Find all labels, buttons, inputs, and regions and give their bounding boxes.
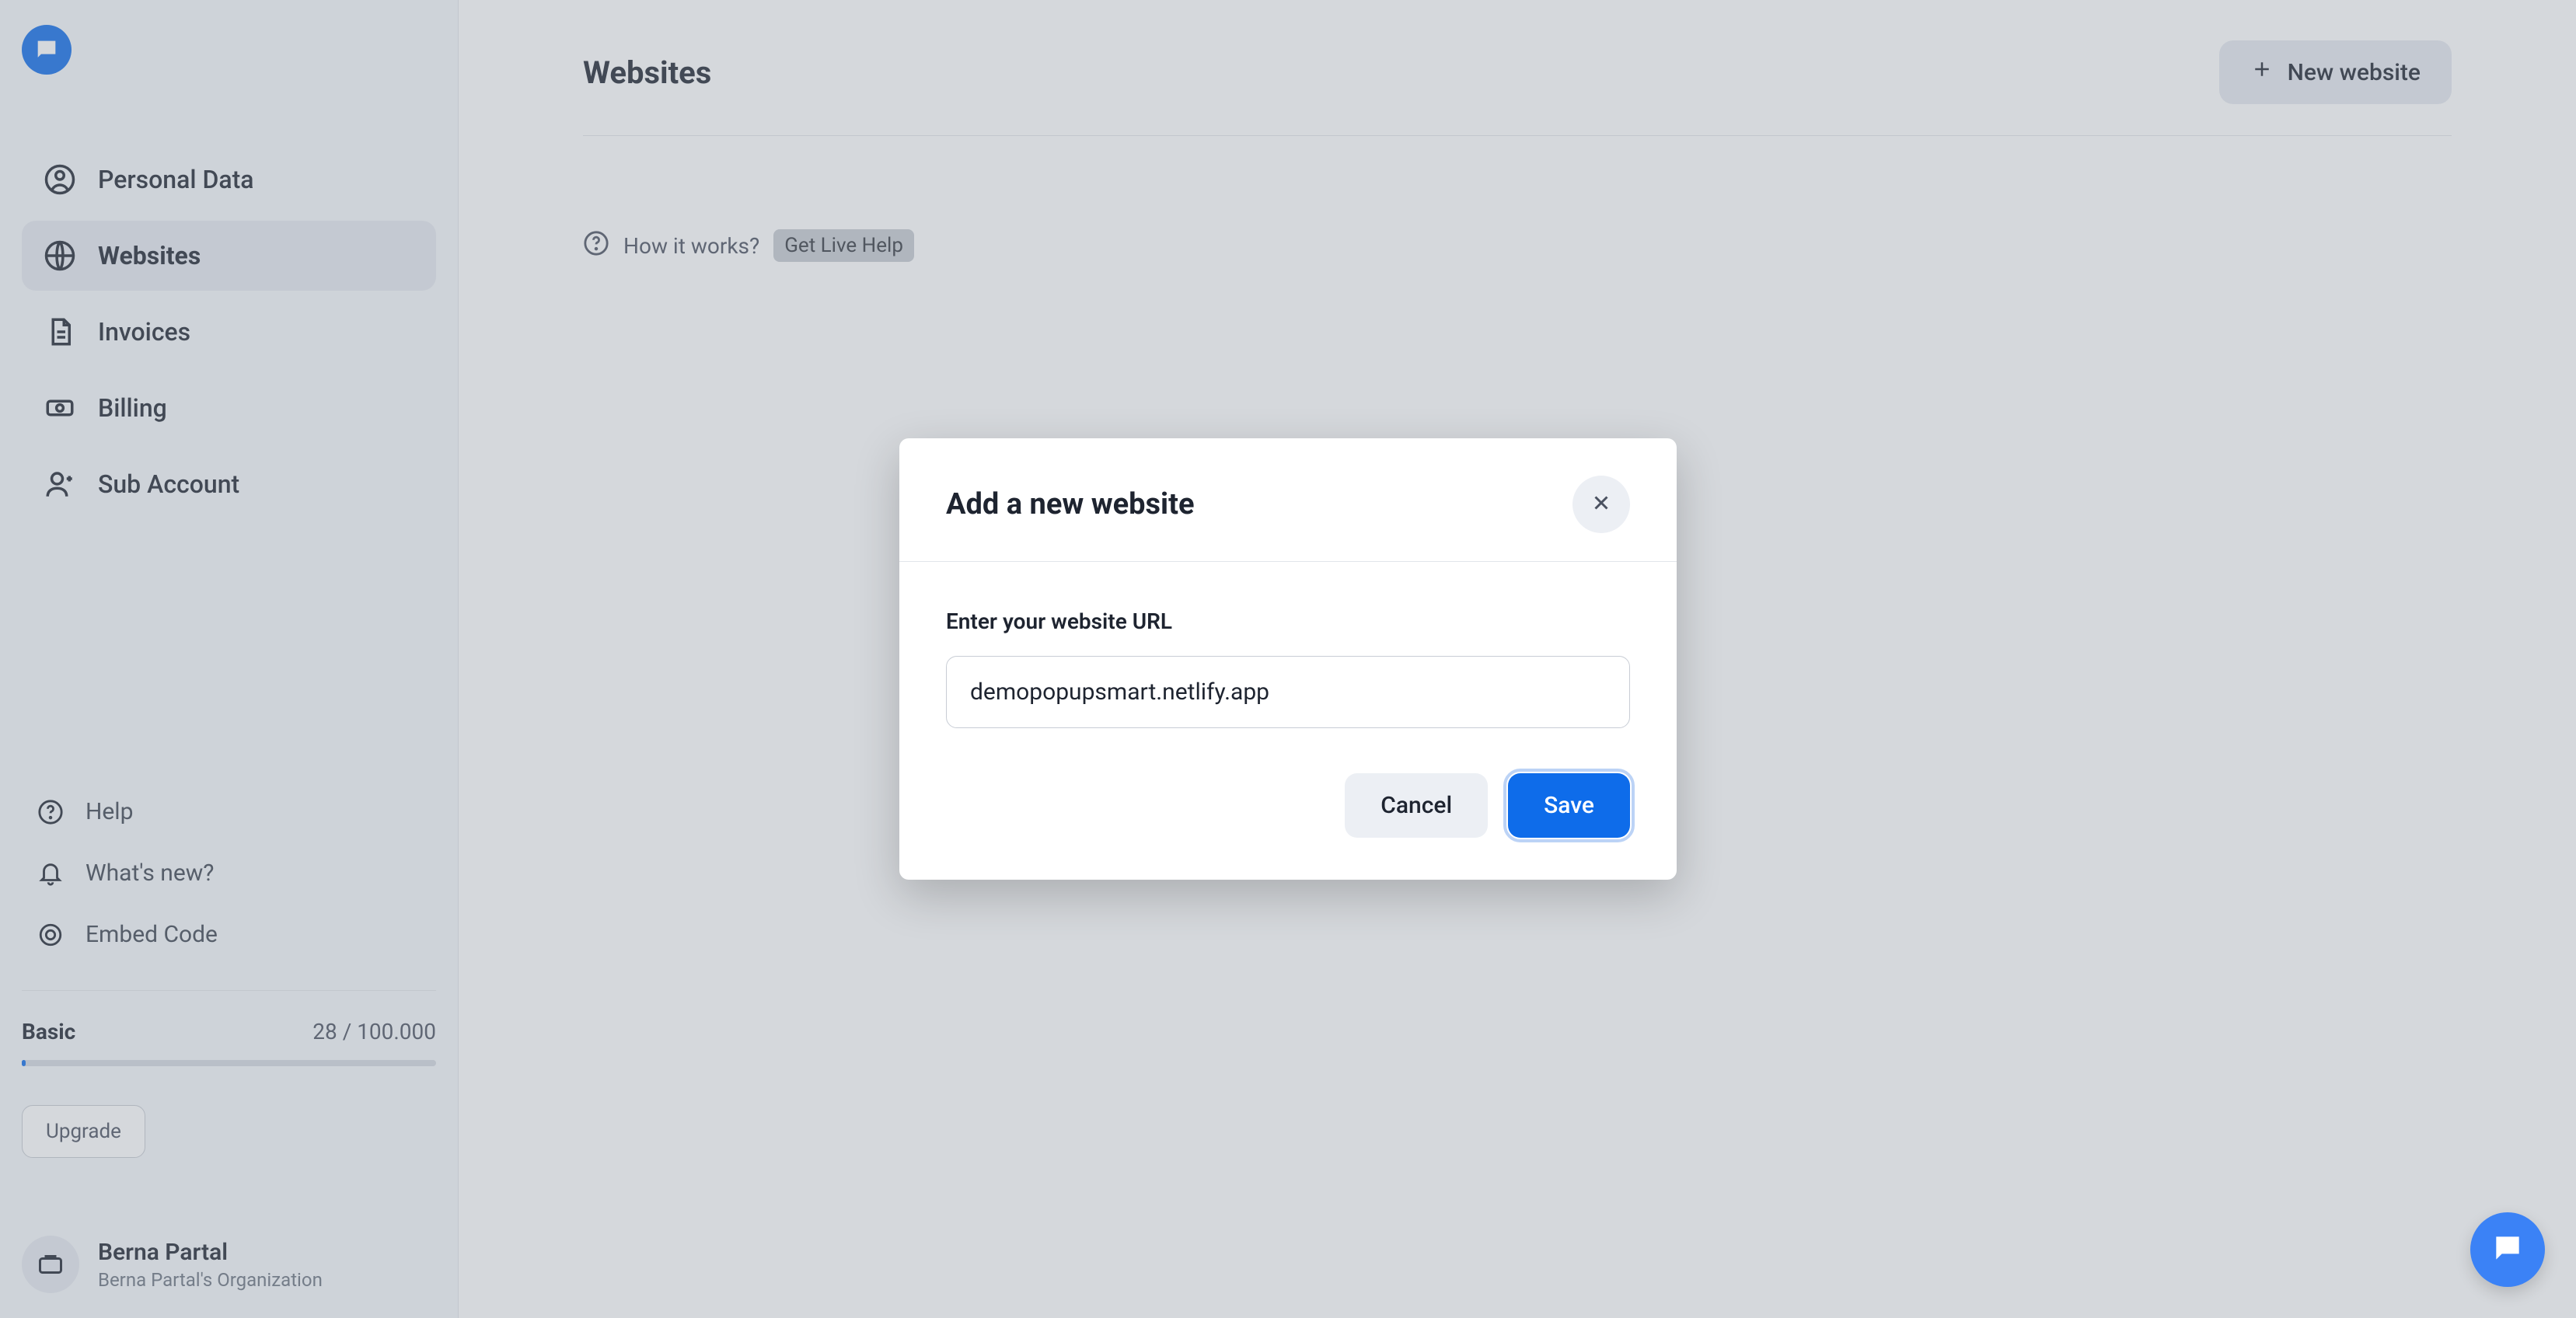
add-website-modal: Add a new website Enter your website URL… (899, 438, 1677, 880)
chat-fab[interactable] (2470, 1212, 2545, 1287)
chat-icon (2490, 1231, 2525, 1268)
close-button[interactable] (1572, 476, 1630, 533)
cancel-button[interactable]: Cancel (1345, 773, 1488, 838)
modal-overlay[interactable]: Add a new website Enter your website URL… (0, 0, 2576, 1318)
website-url-input[interactable] (946, 656, 1630, 728)
modal-title: Add a new website (946, 487, 1194, 521)
modal-body: Enter your website URL (899, 562, 1677, 736)
modal-footer: Cancel Save (899, 736, 1677, 880)
url-field-label: Enter your website URL (946, 608, 1630, 634)
modal-header: Add a new website (899, 438, 1677, 562)
close-icon (1590, 491, 1613, 518)
save-button[interactable]: Save (1508, 773, 1630, 838)
